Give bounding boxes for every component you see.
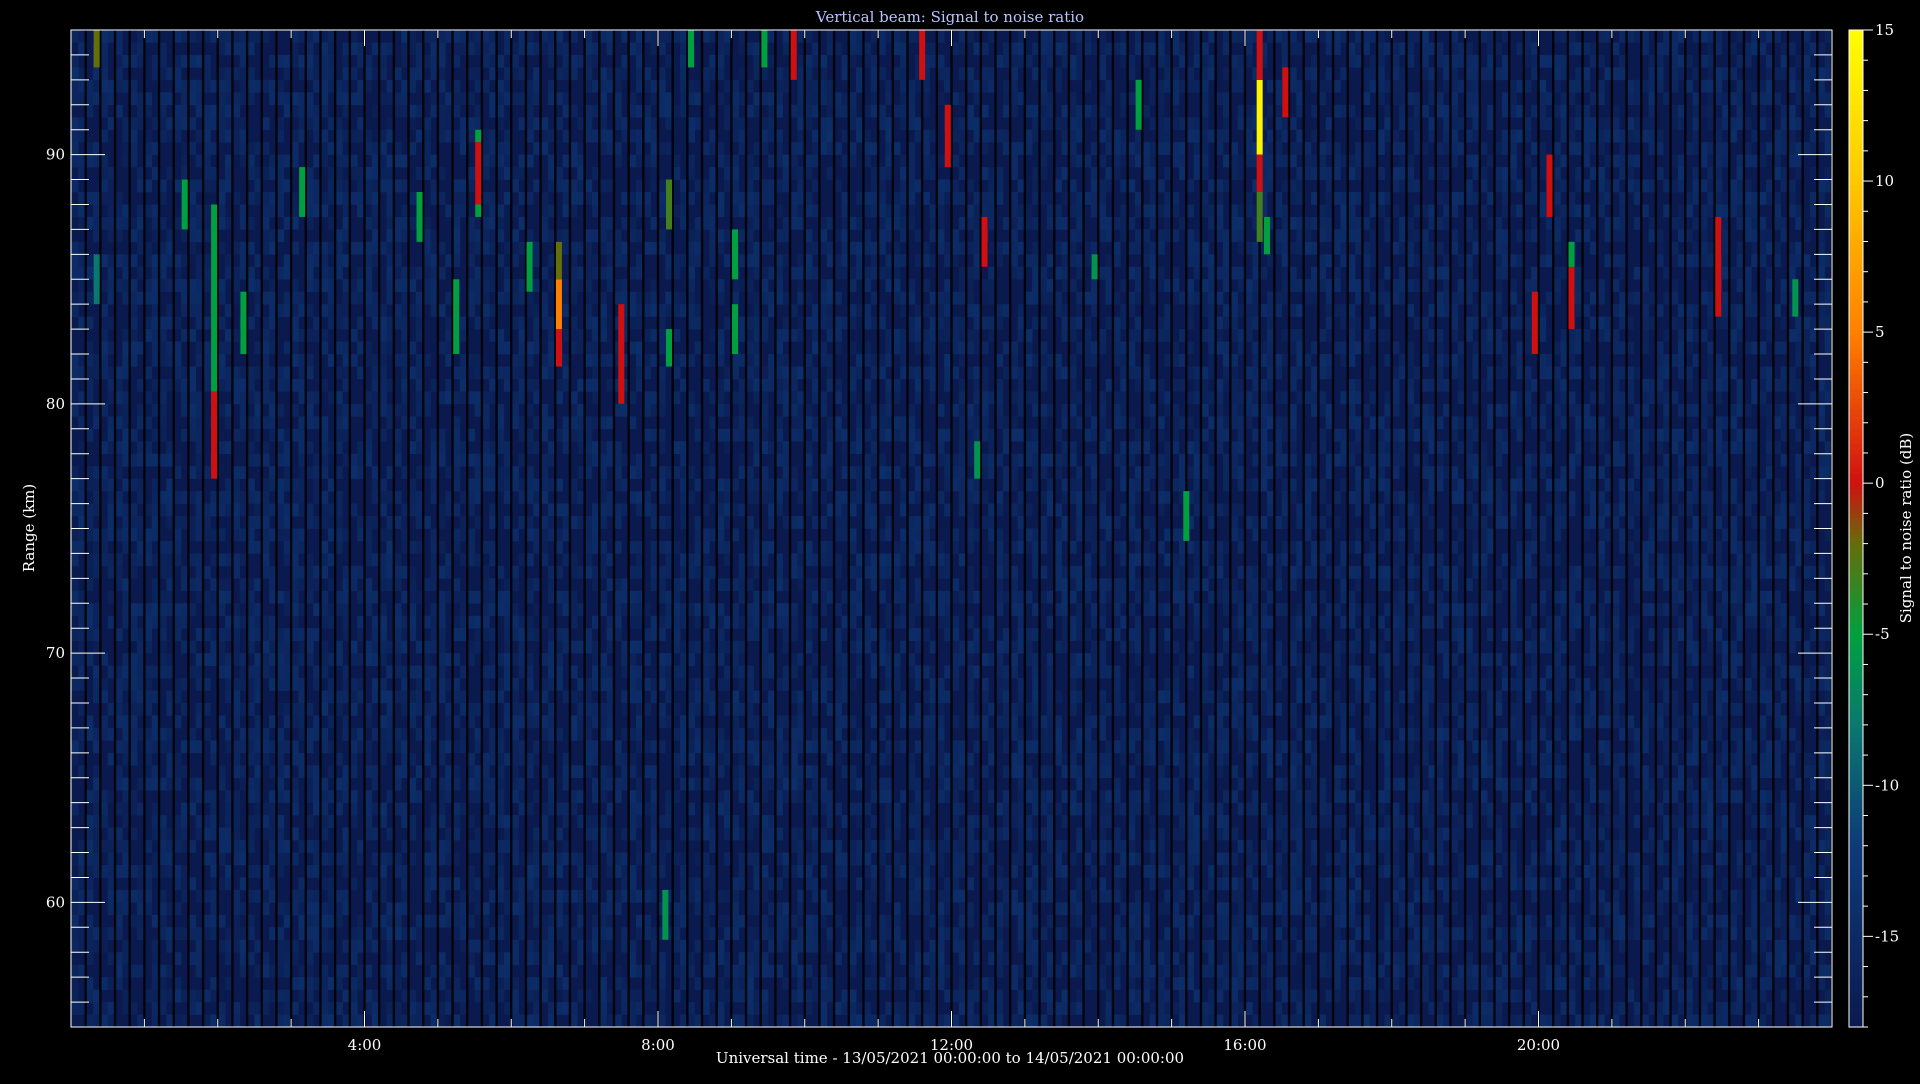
heatmap-cell (71, 877, 79, 891)
heatmap-cell (71, 241, 79, 255)
heatmap-cell (71, 727, 79, 741)
heatmap-cell (71, 927, 79, 941)
heatmap-cell (71, 291, 79, 305)
heatmap-cell (71, 902, 79, 916)
heatmap-cell (71, 553, 79, 567)
heatmap-cell (71, 989, 79, 1003)
heatmap-cell (71, 67, 79, 81)
heatmap-cell (71, 802, 79, 816)
heatmap-cell (71, 92, 79, 106)
heatmap-cell (71, 1002, 79, 1015)
heatmap-cell (71, 154, 79, 168)
heatmap-cell (71, 752, 79, 766)
heatmap-cell (71, 491, 79, 504)
heatmap-cell (71, 30, 79, 43)
heatmap-cell (71, 852, 79, 866)
heatmap-cell (71, 540, 79, 554)
heatmap-cell (71, 889, 79, 903)
heatmap-cell (71, 964, 79, 978)
heatmap-cell (71, 366, 79, 380)
heatmap-cell (71, 391, 79, 405)
heatmap-cell (71, 142, 79, 155)
heatmap-cell (71, 403, 79, 417)
heatmap-cell (71, 678, 79, 691)
heatmap-cell (71, 590, 79, 604)
heatmap-cell (71, 653, 79, 666)
heatmap-cell (71, 79, 79, 93)
heatmap-cell (71, 466, 79, 479)
heatmap-cell (71, 578, 79, 592)
heatmap-cell (71, 129, 79, 143)
heatmap-cell (71, 528, 79, 542)
heatmap-cell (71, 503, 79, 517)
heatmap-cell (71, 204, 79, 218)
heatmap-cell (71, 628, 79, 641)
heatmap-cell (71, 977, 79, 990)
heatmap-cell (71, 54, 79, 68)
heatmap-cell (71, 939, 79, 953)
snr-chart: 4:00 8:00 12:00 16:00 20:0060708090 151050-5… (0, 0, 1920, 1080)
heatmap-cell (71, 603, 79, 617)
chart-root: 4:00 8:00 12:00 16:00 20:00 60 70 80 90 15 10 5 0 -5… (0, 0, 1920, 1080)
heatmap-cell (71, 378, 79, 392)
heatmap-cell (71, 266, 79, 280)
heatmap-cell (71, 740, 79, 754)
heatmap-cell (71, 354, 79, 367)
heatmap-cell (71, 117, 79, 130)
heatmap-cell (71, 478, 79, 492)
heatmap (71, 30, 1834, 1028)
heatmap-cell (71, 254, 79, 268)
heatmap-cell (71, 304, 79, 317)
heatmap-cell (71, 914, 79, 928)
heatmap-cell (71, 179, 79, 193)
